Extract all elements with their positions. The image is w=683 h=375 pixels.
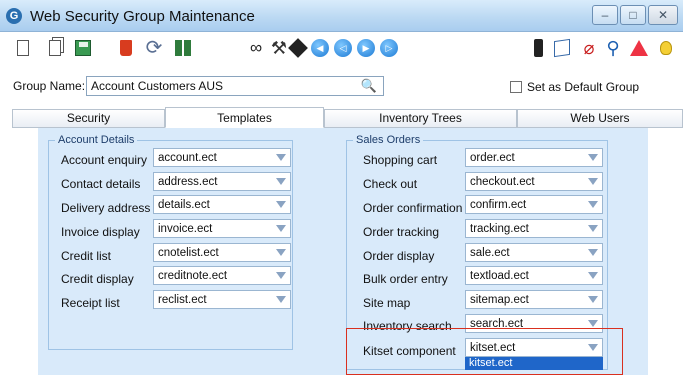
chevron-down-icon[interactable]	[588, 154, 598, 161]
check-out-select[interactable]: checkout.ect	[465, 172, 603, 191]
order-tracking-select[interactable]: tracking.ect	[465, 219, 603, 238]
order-tracking-label: Order tracking	[363, 225, 440, 239]
warning-icon[interactable]	[628, 37, 650, 59]
chevron-down-icon[interactable]	[588, 296, 598, 303]
order-confirmation-select[interactable]: confirm.ect	[465, 195, 603, 214]
site-map-label: Site map	[363, 296, 411, 310]
traffic-light-icon[interactable]	[527, 37, 549, 59]
credit-display-value: creditnote.ect	[158, 270, 228, 282]
highlight-box	[346, 328, 623, 375]
chevron-down-icon[interactable]	[276, 225, 286, 232]
check-out-label: Check out	[363, 177, 418, 191]
chevron-down-icon[interactable]	[276, 272, 286, 279]
chevron-down-icon[interactable]	[588, 272, 598, 279]
check-out-value: checkout.ect	[470, 176, 535, 188]
chevron-down-icon[interactable]	[276, 178, 286, 185]
chevron-down-icon[interactable]	[276, 201, 286, 208]
group-name-field[interactable]: Account Customers AUS 🔍	[86, 76, 384, 96]
minimize-button[interactable]: –	[592, 5, 618, 25]
first-record-icon[interactable]: ◀	[309, 37, 331, 59]
order-display-select[interactable]: sale.ect	[465, 243, 603, 262]
tab-templates[interactable]: Templates	[165, 107, 324, 128]
invoice-display-select[interactable]: invoice.ect	[153, 219, 291, 238]
title-bar: G Web Security Group Maintenance – □ ✕	[0, 0, 683, 32]
copy-document-icon[interactable]	[44, 37, 66, 59]
default-group-label: Set as Default Group	[527, 80, 640, 94]
order-display-value: sale.ect	[470, 247, 510, 259]
contact-details-label: Contact details	[61, 177, 141, 191]
invoice-display-value: invoice.ect	[158, 223, 213, 235]
receipt-list-select[interactable]: reclist.ect	[153, 290, 291, 309]
credit-display-label: Credit display	[61, 272, 134, 286]
chevron-down-icon[interactable]	[588, 249, 598, 256]
note-icon[interactable]	[551, 37, 573, 59]
delete-icon[interactable]	[115, 37, 137, 59]
toolbar: ⟳ ∞ ⚒ ◀ ◁ ▶ ▷ ⌀ ⚲	[0, 34, 683, 64]
account-enquiry-select[interactable]: account.ect	[153, 148, 291, 167]
order-confirmation-value: confirm.ect	[470, 199, 527, 211]
next-record-icon[interactable]: ▶	[355, 37, 377, 59]
tab-security[interactable]: Security	[12, 109, 165, 128]
order-confirmation-label: Order confirmation	[363, 201, 463, 215]
link-icon[interactable]: ⚲	[602, 37, 624, 59]
tab-bar: Security Templates Inventory Trees Web U…	[0, 107, 683, 128]
app-window: G Web Security Group Maintenance – □ ✕ ⟳…	[0, 0, 683, 375]
shopping-cart-value: order.ect	[470, 152, 515, 164]
chevron-down-icon[interactable]	[276, 154, 286, 161]
tab-inventory-trees[interactable]: Inventory Trees	[324, 109, 517, 128]
previous-record-icon[interactable]: ◁	[332, 37, 354, 59]
chevron-down-icon[interactable]	[588, 225, 598, 232]
grid-icon[interactable]	[172, 37, 194, 59]
order-display-label: Order display	[363, 249, 435, 263]
contact-details-select[interactable]: address.ect	[153, 172, 291, 191]
save-icon[interactable]	[72, 37, 94, 59]
paperclip-icon[interactable]: ⌀	[578, 37, 600, 59]
chevron-down-icon[interactable]	[588, 201, 598, 208]
chevron-down-icon[interactable]	[276, 249, 286, 256]
app-logo-icon: G	[6, 8, 22, 24]
account-details-title: Account Details	[55, 134, 138, 146]
group-name-label: Group Name:	[13, 79, 86, 93]
shopping-cart-select[interactable]: order.ect	[465, 148, 603, 167]
close-button[interactable]: ✕	[648, 5, 678, 25]
lightbulb-icon[interactable]	[655, 37, 677, 59]
flash-icon[interactable]	[287, 37, 309, 59]
chevron-down-icon[interactable]	[276, 296, 286, 303]
site-map-value: sitemap.ect	[470, 294, 529, 306]
sales-orders-title: Sales Orders	[353, 134, 424, 146]
delivery-address-select[interactable]: details.ect	[153, 195, 291, 214]
account-enquiry-value: account.ect	[158, 152, 217, 164]
tab-web-users[interactable]: Web Users	[517, 109, 683, 128]
bulk-order-entry-value: textload.ect	[470, 270, 529, 282]
group-name-value: Account Customers AUS	[91, 79, 224, 93]
default-group-checkbox[interactable]	[510, 81, 522, 93]
invoice-display-label: Invoice display	[61, 225, 140, 239]
site-map-select[interactable]: sitemap.ect	[465, 290, 603, 309]
shopping-cart-label: Shopping cart	[363, 153, 438, 167]
delivery-address-label: Delivery address	[61, 201, 151, 215]
search-icon[interactable]: 🔍	[361, 78, 377, 93]
credit-display-select[interactable]: creditnote.ect	[153, 266, 291, 285]
contact-details-value: address.ect	[158, 176, 218, 188]
receipt-list-value: reclist.ect	[158, 294, 207, 306]
bulk-order-entry-select[interactable]: textload.ect	[465, 266, 603, 285]
refresh-icon[interactable]: ⟳	[143, 37, 165, 59]
credit-list-select[interactable]: cnotelist.ect	[153, 243, 291, 262]
delivery-address-value: details.ect	[158, 199, 210, 211]
new-document-icon[interactable]	[12, 37, 34, 59]
binoculars-icon[interactable]: ∞	[245, 37, 267, 59]
chevron-down-icon[interactable]	[588, 178, 598, 185]
chevron-down-icon[interactable]	[588, 320, 598, 327]
credit-list-label: Credit list	[61, 249, 112, 263]
credit-list-value: cnotelist.ect	[158, 247, 219, 259]
order-tracking-value: tracking.ect	[470, 223, 529, 235]
bulk-order-entry-label: Bulk order entry	[363, 272, 448, 286]
receipt-list-label: Receipt list	[61, 296, 120, 310]
last-record-icon[interactable]: ▷	[378, 37, 400, 59]
account-enquiry-label: Account enquiry	[61, 153, 148, 167]
maximize-button[interactable]: □	[620, 5, 646, 25]
window-title: Web Security Group Maintenance	[30, 8, 255, 25]
